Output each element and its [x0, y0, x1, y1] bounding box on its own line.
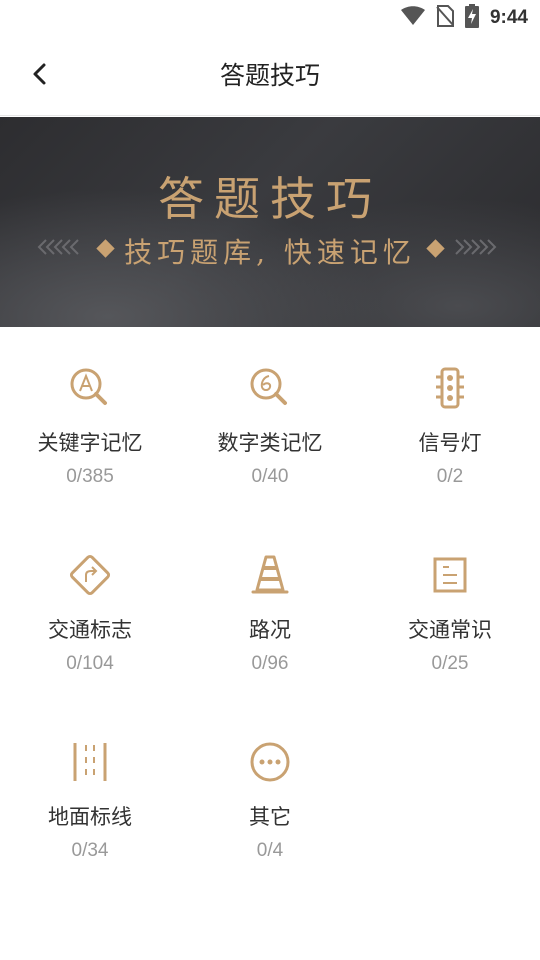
category-label: 其它 [249, 805, 291, 829]
more-dots-icon [247, 739, 293, 785]
category-label: 交通常识 [408, 618, 492, 642]
category-traffic-light[interactable]: 信号灯 0/2 [360, 327, 540, 514]
diamond-right-icon [426, 239, 445, 258]
category-number-memory[interactable]: 数字类记忆 0/40 [180, 327, 360, 514]
no-sim-icon [436, 5, 454, 31]
category-road-conditions[interactable]: 路况 0/96 [180, 514, 360, 701]
category-count: 0/25 [431, 653, 469, 674]
category-label: 信号灯 [418, 431, 482, 455]
category-label: 路况 [249, 618, 291, 642]
diamond-left-icon [96, 239, 115, 258]
category-label: 关键字记忆 [37, 431, 143, 455]
battery-charging-icon [464, 4, 480, 32]
category-count: 0/104 [66, 653, 114, 674]
category-traffic-signs[interactable]: 交通标志 0/104 [0, 514, 180, 701]
category-keyword-memory[interactable]: 关键字记忆 0/385 [0, 327, 180, 514]
toolbar: 答题技巧 [0, 36, 540, 116]
banner-subtitle-row: 技巧题库, 快速记忆 [0, 229, 540, 269]
lane-markings-icon [67, 739, 113, 785]
number-six-search-icon [247, 365, 293, 411]
banner-subtitle: 技巧题库, 快速记忆 [124, 236, 416, 269]
category-count: 0/40 [251, 466, 289, 487]
chevron-left-icon [32, 62, 48, 90]
traffic-light-icon [427, 365, 473, 411]
category-count: 0/96 [251, 653, 289, 674]
category-label: 数字类记忆 [217, 431, 323, 455]
banner: 答题技巧 技巧题库, 快速记忆 [0, 117, 540, 327]
status-icons: 9:44 [400, 4, 528, 32]
category-other[interactable]: 其它 0/4 [180, 701, 360, 888]
page-title: 答题技巧 [219, 61, 320, 90]
category-traffic-knowledge[interactable]: 交通常识 0/25 [360, 514, 540, 701]
category-road-markings[interactable]: 地面标线 0/34 [0, 701, 180, 888]
wifi-icon [400, 6, 426, 30]
turn-sign-icon [67, 552, 113, 598]
category-label: 地面标线 [48, 805, 132, 829]
status-time: 9:44 [489, 7, 528, 28]
letter-a-search-icon [67, 365, 113, 411]
category-label: 交通标志 [48, 618, 132, 642]
category-count: 0/2 [436, 466, 464, 487]
back-button[interactable] [20, 56, 60, 96]
category-count: 0/385 [66, 466, 114, 487]
chevrons-left-decoration-icon [36, 237, 84, 261]
traffic-cone-icon [247, 552, 293, 598]
category-count: 0/4 [256, 840, 284, 861]
category-count: 0/34 [71, 840, 109, 861]
status-bar: 9:44 [0, 0, 540, 36]
document-icon [427, 552, 473, 598]
banner-title: 答题技巧 [158, 172, 382, 226]
chevrons-right-decoration-icon [450, 237, 498, 261]
